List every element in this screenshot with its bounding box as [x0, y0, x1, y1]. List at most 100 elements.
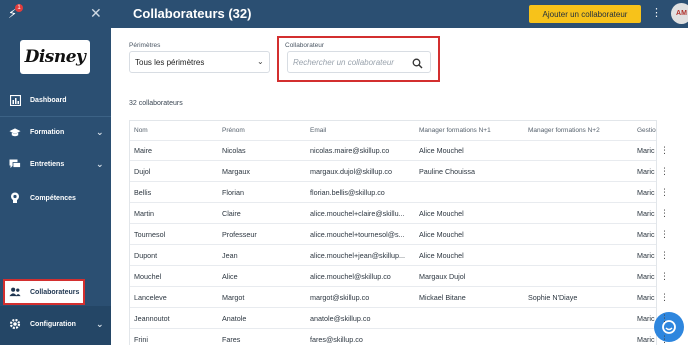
table-cell: Margot [222, 293, 245, 302]
column-header-gestion[interactable]: Gestio [637, 121, 656, 141]
table-cell: Bellis [134, 188, 152, 197]
search-input[interactable] [293, 55, 411, 70]
table-cell: Maric [637, 146, 655, 155]
table-cell: Professeur [222, 230, 257, 239]
perimeters-label: Périmètres [129, 42, 161, 49]
sidebar-item-competences[interactable]: Compétences [0, 185, 111, 211]
row-menu-icon[interactable]: ⋮ [660, 140, 669, 160]
divider [0, 116, 111, 117]
table-cell: Martin [134, 209, 154, 218]
table-row[interactable]: Dujol Margaux margaux.dujol@skillup.co Paul… [130, 162, 656, 182]
sidebar-top: ⚡ 1 ✕ [0, 0, 111, 28]
sidebar-item-collaborateurs[interactable]: Collaborateurs [3, 279, 85, 305]
table-row[interactable]: Dupont Jean alice.mouchel+jean@skillup... A… [130, 246, 656, 266]
table-row[interactable]: Maire Nicolas nicolas.maire@skillup.co Alic… [130, 141, 656, 161]
table-cell: Frini [134, 335, 148, 344]
table-cell: Maric [637, 167, 655, 176]
row-menu-icon[interactable]: ⋮ [660, 224, 669, 244]
table-cell: Mouchel [134, 272, 162, 281]
table-cell: margot@skillup.co [310, 293, 370, 302]
table-cell: florian.bellis@skillup.co [310, 188, 385, 197]
table-cell: Anatole [222, 314, 247, 323]
table-row[interactable]: Frini Fares fares@skillup.co Maric [130, 330, 656, 345]
sidebar-item-dashboard[interactable]: Dashboard [0, 87, 111, 113]
table-cell: nicolas.maire@skillup.co [310, 146, 390, 155]
table-cell: Florian [222, 188, 244, 197]
company-logo: Disney [20, 40, 90, 74]
table-cell: Alice Mouchel [419, 146, 464, 155]
table-cell [528, 183, 634, 203]
table-row[interactable]: Bellis Florian florian.bellis@skillup.co Ma… [130, 183, 656, 203]
row-menu-icon[interactable]: ⋮ [660, 182, 669, 202]
table-cell: Nicolas [222, 146, 246, 155]
table-cell: Jeannoutot [134, 314, 170, 323]
table-cell [419, 330, 525, 345]
table-row[interactable]: Tournesol Professeur alice.mouchel+tournes… [130, 225, 656, 245]
column-header-email[interactable]: Email [310, 121, 414, 141]
table-cell: Dupont [134, 251, 158, 260]
table-cell: Claire [222, 209, 241, 218]
chevron-down-icon: ⌄ [96, 318, 104, 329]
row-menu-icon[interactable]: ⋮ [660, 245, 669, 265]
row-menu-icon[interactable]: ⋮ [660, 308, 669, 328]
sidebar: ⚡ 1 ✕ Disney Dashboard Formation ⌄ Entre… [0, 0, 111, 345]
table-cell: Fares [222, 335, 241, 344]
table-cell: Margaux Dujol [419, 272, 466, 281]
avatar[interactable]: AM [671, 3, 688, 24]
table-cell: Lanceleve [134, 293, 167, 302]
table-cell: margaux.dujol@skillup.co [310, 167, 393, 176]
table-cell: Maric [637, 272, 655, 281]
table-cell: anatole@skillup.co [310, 314, 371, 323]
close-icon[interactable]: ✕ [90, 5, 102, 21]
table-cell [528, 204, 634, 224]
column-header-nom[interactable]: Nom [134, 121, 218, 141]
table-cell: Tournesol [134, 230, 166, 239]
row-menu-icon[interactable]: ⋮ [660, 203, 669, 223]
column-header-manager-n1[interactable]: Manager formations N+1 [419, 121, 525, 141]
sidebar-item-label: Compétences [30, 194, 76, 202]
table-row[interactable]: Mouchel Alice alice.mouchel@skillup.co Marg… [130, 267, 656, 287]
sidebar-item-entretiens[interactable]: Entretiens ⌄ [0, 151, 111, 177]
perimeters-select[interactable]: Tous les périmètres ⌄ [129, 51, 270, 73]
table-cell [528, 141, 634, 161]
table-cell: Alice Mouchel [419, 251, 464, 260]
logo-text: Disney [24, 47, 86, 67]
collaborator-search [287, 51, 431, 73]
table-row[interactable]: Jeannoutot Anatole anatole@skillup.co Maric [130, 309, 656, 329]
table-cell [528, 225, 634, 245]
table-cell: Dujol [134, 167, 151, 176]
table-cell: Alice [222, 272, 238, 281]
row-menu-icon[interactable]: ⋮ [660, 266, 669, 286]
perimeters-value: Tous les périmètres [135, 58, 205, 67]
table-cell: Mickael Bitane [419, 293, 466, 302]
table-cell: Alice Mouchel [419, 230, 464, 239]
search-icon[interactable] [412, 56, 424, 69]
table-cell: Sophie N'Diaye [528, 293, 578, 302]
row-menu-icon[interactable]: ⋮ [660, 329, 669, 345]
add-collaborator-button[interactable]: Ajouter un collaborateur [529, 5, 641, 23]
table-row[interactable]: Lanceleve Margot margot@skillup.co Mickael … [130, 288, 656, 308]
sidebar-item-configuration[interactable]: Configuration ⌄ [0, 311, 111, 337]
users-icon [9, 286, 21, 298]
table-cell: alice.mouchel+jean@skillup... [310, 251, 405, 260]
table-cell [528, 162, 634, 182]
table-cell: Maric [637, 209, 655, 218]
lightbulb-icon [9, 192, 21, 204]
sidebar-item-label: Entretiens [30, 160, 65, 168]
table-cell: Maire [134, 146, 152, 155]
sidebar-item-formation[interactable]: Formation ⌄ [0, 119, 111, 145]
row-menu-icon[interactable]: ⋮ [660, 161, 669, 181]
row-menu-icon[interactable]: ⋮ [660, 287, 669, 307]
column-header-prenom[interactable]: Prénom [222, 121, 306, 141]
column-header-manager-n2[interactable]: Manager formations N+2 [528, 121, 634, 141]
table-cell: Jean [222, 251, 238, 260]
gear-icon [9, 318, 21, 330]
help-chat-button[interactable] [654, 312, 684, 342]
more-vertical-icon[interactable]: ⋮ [651, 6, 662, 20]
collaborators-table: Nom Prénom Email Manager formations N+1 … [129, 120, 657, 345]
table-row[interactable]: Martin Claire alice.mouchel+claire@skillu.… [130, 204, 656, 224]
collaborator-label: Collaborateur [285, 42, 325, 49]
table-cell: alice.mouchel+tournesol@s... [310, 230, 405, 239]
table-cell: Pauline Chouissa [419, 167, 475, 176]
table-cell: Maric [637, 251, 655, 260]
